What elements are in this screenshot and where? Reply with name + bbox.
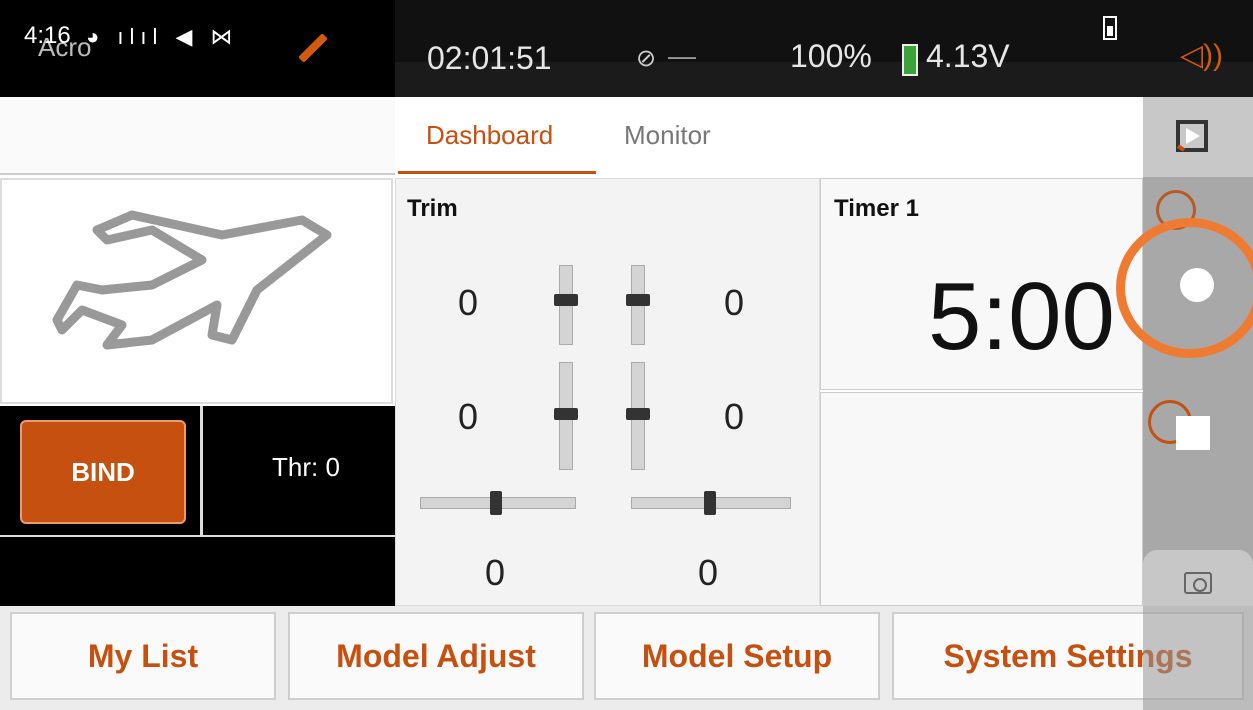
divider — [0, 535, 395, 537]
speaker-icon[interactable]: ◁)) — [1180, 38, 1223, 73]
trim-knob[interactable] — [626, 408, 650, 420]
model-image[interactable] — [0, 178, 393, 404]
tab-dashboard[interactable]: Dashboard — [426, 120, 553, 151]
trim-knob[interactable] — [704, 491, 716, 515]
bind-button[interactable]: BIND — [20, 420, 186, 524]
camera-icon[interactable] — [1184, 572, 1212, 594]
tab-monitor[interactable]: Monitor — [624, 120, 711, 151]
trim-knob[interactable] — [626, 294, 650, 306]
battery-percent: 100% — [790, 38, 872, 74]
system-clock: 4:16 — [24, 22, 71, 49]
model-adjust-button[interactable]: Model Adjust — [288, 612, 584, 700]
model-timer-display: 02:01:51 — [427, 40, 552, 76]
model-setup-button[interactable]: Model Setup — [594, 612, 880, 700]
trim-right-vertical-upper-value: 0 — [724, 282, 745, 323]
trim-knob[interactable] — [490, 491, 502, 515]
recorder-panel-overlay — [1143, 606, 1253, 710]
trim-right-vertical-lower-value: 0 — [724, 396, 745, 437]
divider — [200, 406, 203, 536]
trim-right-horizontal-value: 0 — [698, 552, 719, 593]
stop-icon[interactable] — [1176, 416, 1210, 450]
trim-title: Trim — [407, 195, 458, 222]
trim-knob[interactable] — [554, 408, 578, 420]
collapse-icon[interactable] — [1172, 116, 1212, 156]
my-list-button[interactable]: My List — [10, 612, 276, 700]
active-tab-indicator — [398, 171, 596, 174]
trim-left-vertical-upper-value: 0 — [458, 282, 479, 323]
timer-title: Timer 1 — [834, 195, 919, 222]
trim-widget[interactable] — [395, 178, 820, 606]
throttle-value: Thr: 0 — [272, 452, 340, 482]
transmitter-screen: Acro 4:16 ◕ ılıl ◀ ⋈ 02:01:51 ⊘ — 100% 4… — [0, 0, 1253, 710]
device-battery-icon — [1103, 16, 1117, 40]
airplane-icon — [52, 210, 332, 350]
empty-widget[interactable] — [820, 392, 1143, 606]
trim-left-vertical-lower-value: 0 — [458, 396, 479, 437]
link-status: — — [668, 40, 696, 71]
trim-left-horizontal-value: 0 — [485, 552, 506, 593]
link-icon: ⊘ — [636, 45, 657, 72]
highlight-ring — [1116, 218, 1253, 358]
battery-icon — [902, 44, 918, 76]
system-status-icons: ◕ ılıl ◀ ⋈ — [86, 24, 239, 49]
battery-voltage: 4.13V — [926, 38, 1010, 74]
timer-value: 5:00 — [928, 263, 1115, 370]
model-header — [0, 97, 395, 175]
trim-knob[interactable] — [554, 294, 578, 306]
